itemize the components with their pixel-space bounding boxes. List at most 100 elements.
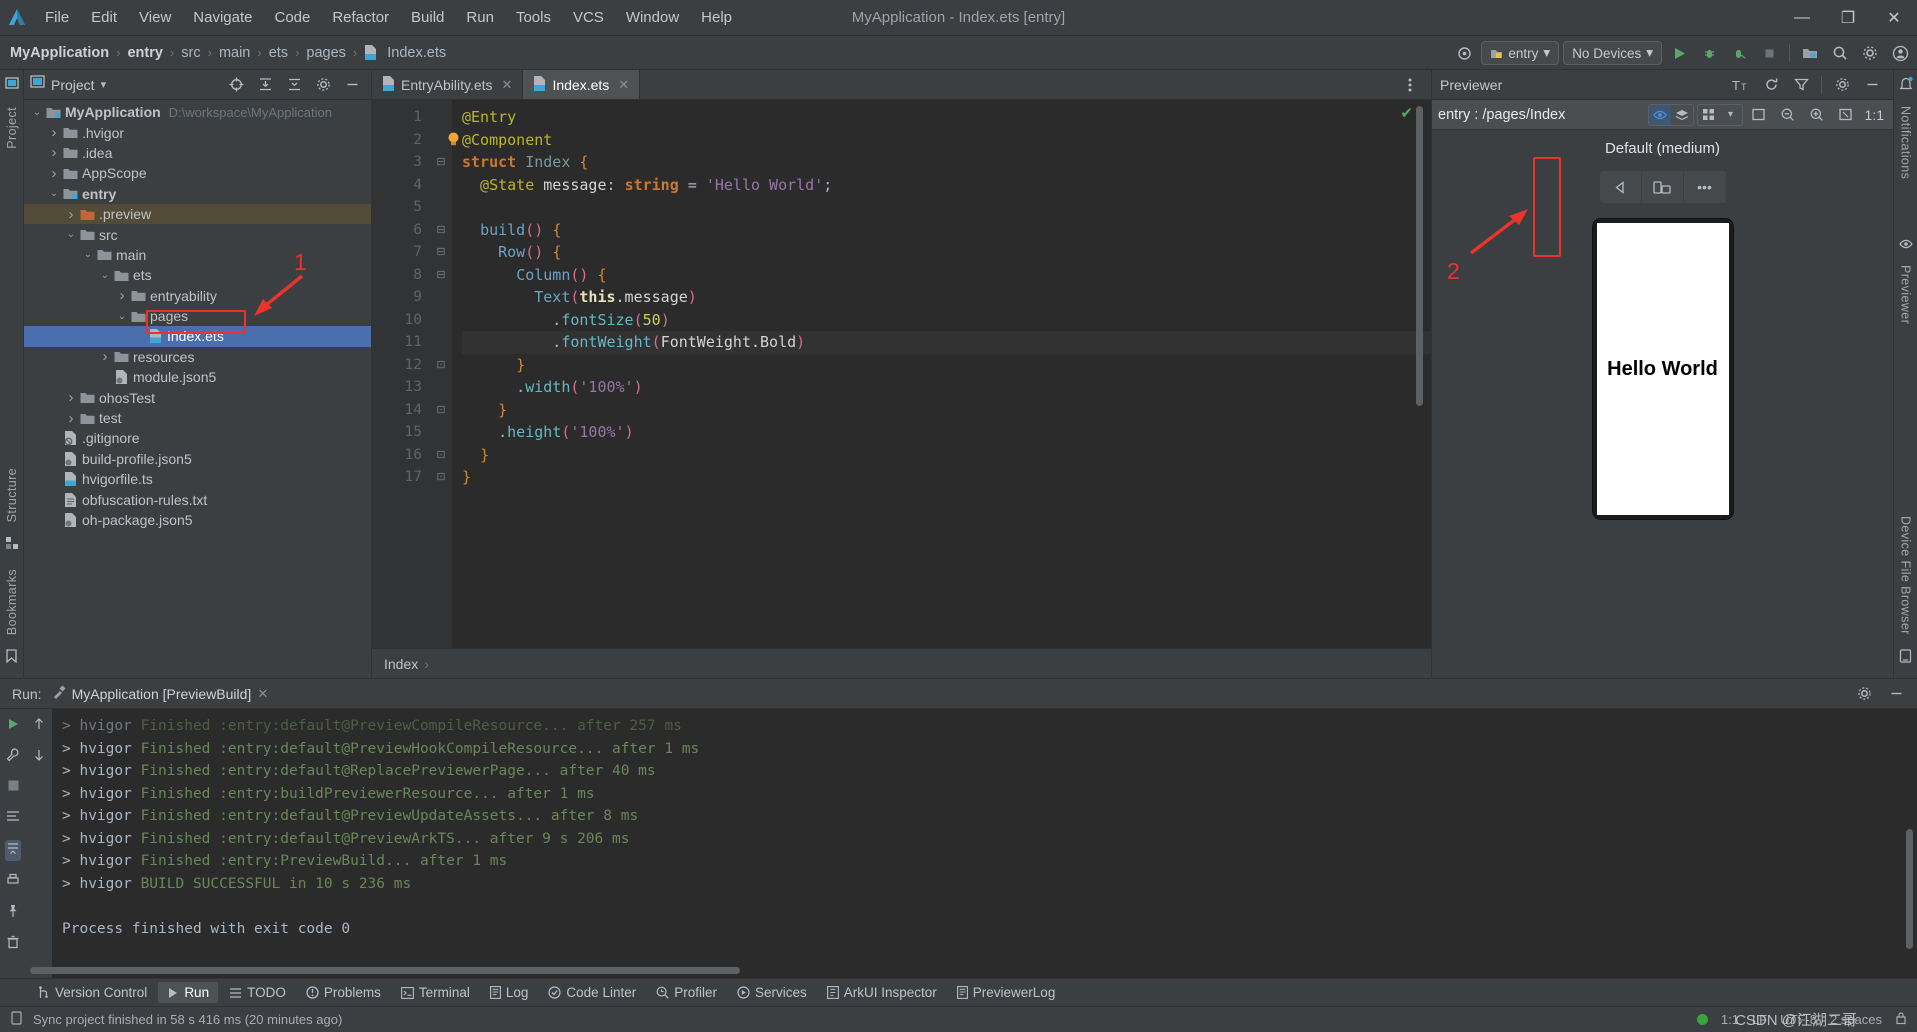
fold-toggle-icon[interactable]: ⊡ xyxy=(430,399,452,422)
filter-icon[interactable] xyxy=(1788,72,1814,98)
chevron-right-icon[interactable]: › xyxy=(98,348,112,365)
notifications-bell-icon[interactable] xyxy=(1899,76,1913,96)
run-config-selector[interactable]: entry ▾ xyxy=(1481,41,1560,65)
tool-window-run[interactable]: Run xyxy=(158,982,219,1003)
structure-strip-icon[interactable] xyxy=(5,536,19,555)
fold-toggle-icon[interactable]: ⊡ xyxy=(430,354,452,377)
breadcrumb-ets[interactable]: ets xyxy=(265,43,292,63)
hide-panel-icon[interactable] xyxy=(339,72,365,98)
rerun-icon[interactable] xyxy=(6,717,20,736)
code-editor[interactable]: 1 2 3 4 5 6 7 8 9 10 11 12 13 14 15 16 17 ⊟ ⊟ ⊟ ⊟ ⊡ ⊡ ⊡ ⊡ @Entr… xyxy=(372,100,1431,648)
inspect-eye-icon[interactable] xyxy=(1648,104,1671,125)
tree-item-pages[interactable]: ⌄ pages xyxy=(24,306,371,326)
run-settings-gear-icon[interactable] xyxy=(1851,681,1877,707)
device-manager-icon[interactable] xyxy=(1797,40,1823,66)
breadcrumb-src[interactable]: src xyxy=(177,43,204,63)
project-strip-icon[interactable] xyxy=(4,76,19,95)
select-opened-file-icon[interactable] xyxy=(223,72,249,98)
menu-view[interactable]: View xyxy=(128,5,182,30)
tab-close-icon[interactable]: ✕ xyxy=(502,77,513,93)
tree-item-resources[interactable]: › resources xyxy=(24,347,371,367)
tree-item-oh-package-json5[interactable]: oh-package.json5 xyxy=(24,510,371,530)
tree-item-test[interactable]: › test xyxy=(24,408,371,428)
breadcrumb-main[interactable]: main xyxy=(215,43,254,63)
tool-window-profiler[interactable]: Profiler xyxy=(647,982,726,1003)
tree-item-gitignore[interactable]: .gitignore xyxy=(24,428,371,448)
code-line[interactable]: Row() { xyxy=(462,241,1431,264)
code-line[interactable]: } xyxy=(462,444,1431,467)
code-line[interactable]: @State message: string = 'Hello World'; xyxy=(462,174,1431,197)
code-line[interactable]: .height('100%') xyxy=(462,421,1431,444)
bookmarks-strip-icon[interactable] xyxy=(5,649,18,668)
attach-debugger-button[interactable] xyxy=(1726,40,1752,66)
delete-trash-icon[interactable] xyxy=(6,935,20,954)
refresh-icon[interactable] xyxy=(1758,72,1784,98)
grid-icon[interactable] xyxy=(1698,105,1720,125)
tree-item-ohostest[interactable]: › ohosTest xyxy=(24,387,371,407)
chevron-down-icon[interactable]: ⌄ xyxy=(98,270,112,281)
fold-toggle-icon[interactable]: ⊡ xyxy=(430,444,452,467)
target-icon[interactable] xyxy=(1451,40,1477,66)
rotate-device-icon[interactable] xyxy=(1642,171,1684,203)
menu-refactor[interactable]: Refactor xyxy=(321,5,400,30)
breadcrumb-pages[interactable]: pages xyxy=(302,43,350,63)
chevron-down-icon[interactable]: ⌄ xyxy=(81,249,95,260)
strip-label-structure[interactable]: Structure xyxy=(5,462,19,528)
tree-item-obfuscation-rules-txt[interactable]: obfuscation-rules.txt xyxy=(24,489,371,509)
back-triangle-icon[interactable] xyxy=(1600,171,1642,203)
inspection-status-icon[interactable]: ✔ xyxy=(1400,104,1413,122)
scroll-to-end-icon[interactable] xyxy=(5,840,21,861)
tree-item-index-ets[interactable]: Index.ets xyxy=(24,326,371,347)
fold-toggle-icon[interactable]: ⊟ xyxy=(430,151,452,174)
previewer-hide-icon[interactable] xyxy=(1859,72,1885,98)
minimize-button[interactable]: — xyxy=(1779,0,1825,36)
pin-icon[interactable] xyxy=(6,904,20,923)
strip-label-previewer[interactable]: Previewer xyxy=(1899,259,1913,330)
tree-item-hvigor[interactable]: › .hvigor xyxy=(24,122,371,142)
tool-window-version-control[interactable]: Version Control xyxy=(28,982,156,1003)
code-line[interactable]: } xyxy=(462,466,1431,489)
tool-window-arkui-inspector[interactable]: ArkUI Inspector xyxy=(818,982,946,1003)
tab-close-icon[interactable]: ✕ xyxy=(618,77,629,93)
tool-window-problems[interactable]: Problems xyxy=(297,982,390,1003)
run-hide-icon[interactable] xyxy=(1883,681,1909,707)
strip-label-bookmarks[interactable]: Bookmarks xyxy=(5,563,19,641)
inspections-status-dot[interactable] xyxy=(1696,1014,1708,1025)
menu-build[interactable]: Build xyxy=(400,5,455,30)
tree-item-hvigorfile-ts[interactable]: hvigorfile.ts xyxy=(24,469,371,489)
tool-window-previewerlog[interactable]: PreviewerLog xyxy=(948,982,1065,1003)
code-line[interactable]: build() { xyxy=(462,219,1431,242)
chevron-down-icon[interactable]: ⌄ xyxy=(30,107,44,118)
tool-window-terminal[interactable]: Terminal xyxy=(392,982,479,1003)
menu-vcs[interactable]: VCS xyxy=(562,5,615,30)
fold-toggle-icon[interactable]: ⊟ xyxy=(430,264,452,287)
menu-edit[interactable]: Edit xyxy=(80,5,128,30)
file-encoding[interactable]: UTF-8 xyxy=(1780,1012,1817,1027)
fit-to-window-icon[interactable] xyxy=(1833,102,1859,128)
caret-position[interactable]: 1:1 xyxy=(1721,1012,1739,1027)
breadcrumb-module[interactable]: entry xyxy=(123,43,166,63)
chevron-right-icon[interactable]: › xyxy=(47,165,61,182)
fit-frame-icon[interactable] xyxy=(1746,102,1772,128)
code-line[interactable]: Column() { xyxy=(462,264,1431,287)
more-options-icon[interactable] xyxy=(1397,72,1423,98)
tree-item-src[interactable]: ⌄ src xyxy=(24,224,371,244)
fold-toggle-icon[interactable]: ⊟ xyxy=(430,241,452,264)
fold-toggle-icon[interactable]: ⊡ xyxy=(430,466,452,489)
settings-gear-icon[interactable] xyxy=(1857,40,1883,66)
expand-all-icon[interactable] xyxy=(252,72,278,98)
more-device-options-icon[interactable]: ••• xyxy=(1684,171,1726,203)
tree-item-module-json5[interactable]: module.json5 xyxy=(24,367,371,387)
chevron-right-icon[interactable]: › xyxy=(47,144,61,161)
menu-help[interactable]: Help xyxy=(690,5,743,30)
run-button[interactable] xyxy=(1666,40,1692,66)
tree-item-entry[interactable]: ⌄ entry xyxy=(24,184,371,204)
zoom-in-icon[interactable] xyxy=(1804,102,1830,128)
chevron-down-icon[interactable]: ⌄ xyxy=(64,229,78,240)
tab-index[interactable]: Index.ets ✕ xyxy=(523,70,641,99)
code-content[interactable]: @Entry @Component struct Index { @State me… xyxy=(452,100,1431,648)
close-button[interactable]: ✕ xyxy=(1871,0,1917,36)
prev-occurrence-icon[interactable] xyxy=(32,717,46,736)
chevron-right-icon[interactable]: › xyxy=(115,287,129,304)
lock-icon[interactable] xyxy=(1895,1011,1907,1028)
